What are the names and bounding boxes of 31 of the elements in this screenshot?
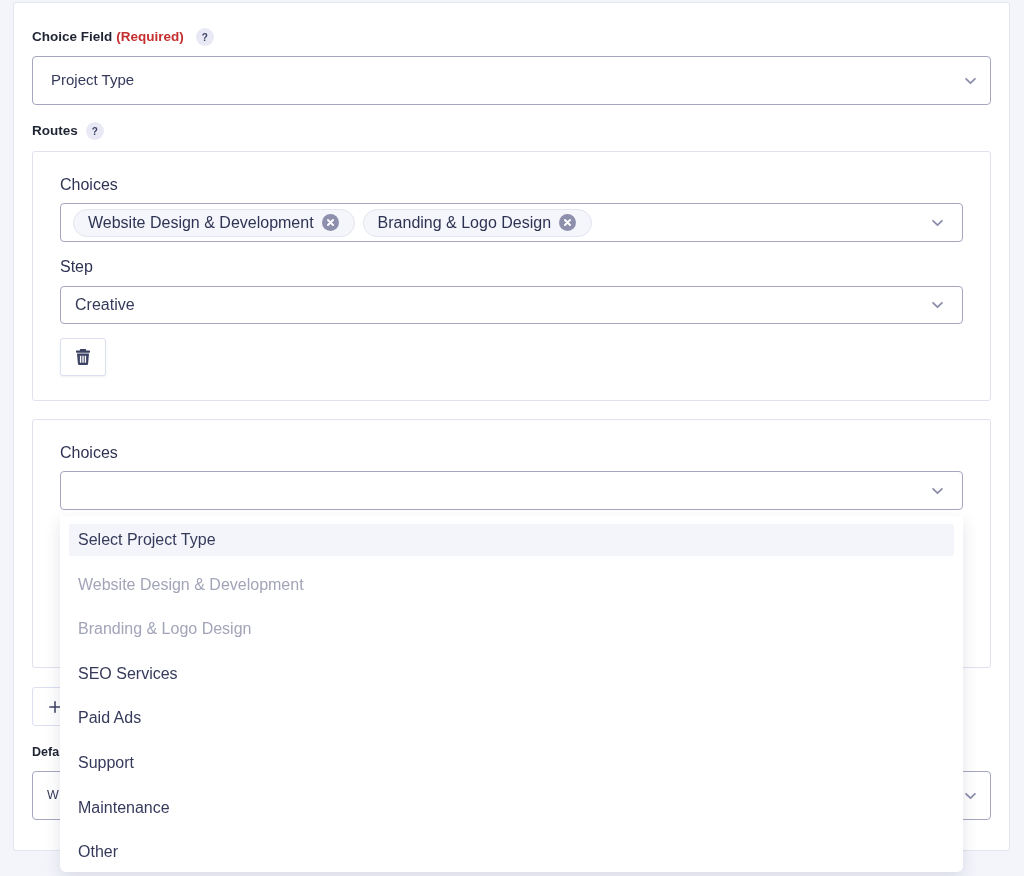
chevron-down-icon [931, 486, 944, 495]
close-icon[interactable] [559, 214, 577, 231]
dropdown-option[interactable]: Other [69, 836, 954, 869]
multi-select-field[interactable]: Website Design & Development Branding & Logo Design [60, 203, 963, 242]
field-label: Choices [60, 443, 118, 463]
dropdown-option[interactable]: SEO Services [69, 657, 954, 690]
chevron-down-icon [964, 76, 977, 85]
dropdown-option[interactable]: Paid Ads [69, 702, 954, 735]
field-label: Defa [32, 744, 60, 761]
dropdown-option[interactable]: Select Project Type [69, 524, 954, 556]
tag-label: Branding & Logo Design [377, 212, 552, 233]
plus-icon [49, 700, 61, 713]
field-label: Choices [60, 175, 118, 195]
chevron-down-icon [931, 218, 944, 227]
help-tooltip[interactable]: ? [195, 28, 214, 46]
delete-button[interactable] [60, 338, 106, 376]
trash-icon [76, 349, 90, 365]
select-field[interactable]: Project Type [32, 56, 991, 105]
required-note: (Required) [116, 27, 184, 46]
chevron-down-icon [931, 301, 944, 309]
close-icon[interactable] [321, 214, 339, 231]
field-label: Routes [32, 121, 78, 140]
select-field[interactable]: Creative [60, 286, 963, 324]
multi-select-field[interactable] [60, 471, 963, 510]
field-label: Choice Field [32, 27, 113, 46]
field-label: Step [60, 257, 93, 277]
dropdown-option[interactable]: Support [69, 746, 954, 779]
chevron-down-icon [964, 791, 977, 800]
dropdown-option[interactable]: Maintenance [69, 791, 954, 824]
tag-label: Website Design & Development [88, 212, 314, 233]
help-tooltip[interactable]: ? [85, 122, 104, 140]
